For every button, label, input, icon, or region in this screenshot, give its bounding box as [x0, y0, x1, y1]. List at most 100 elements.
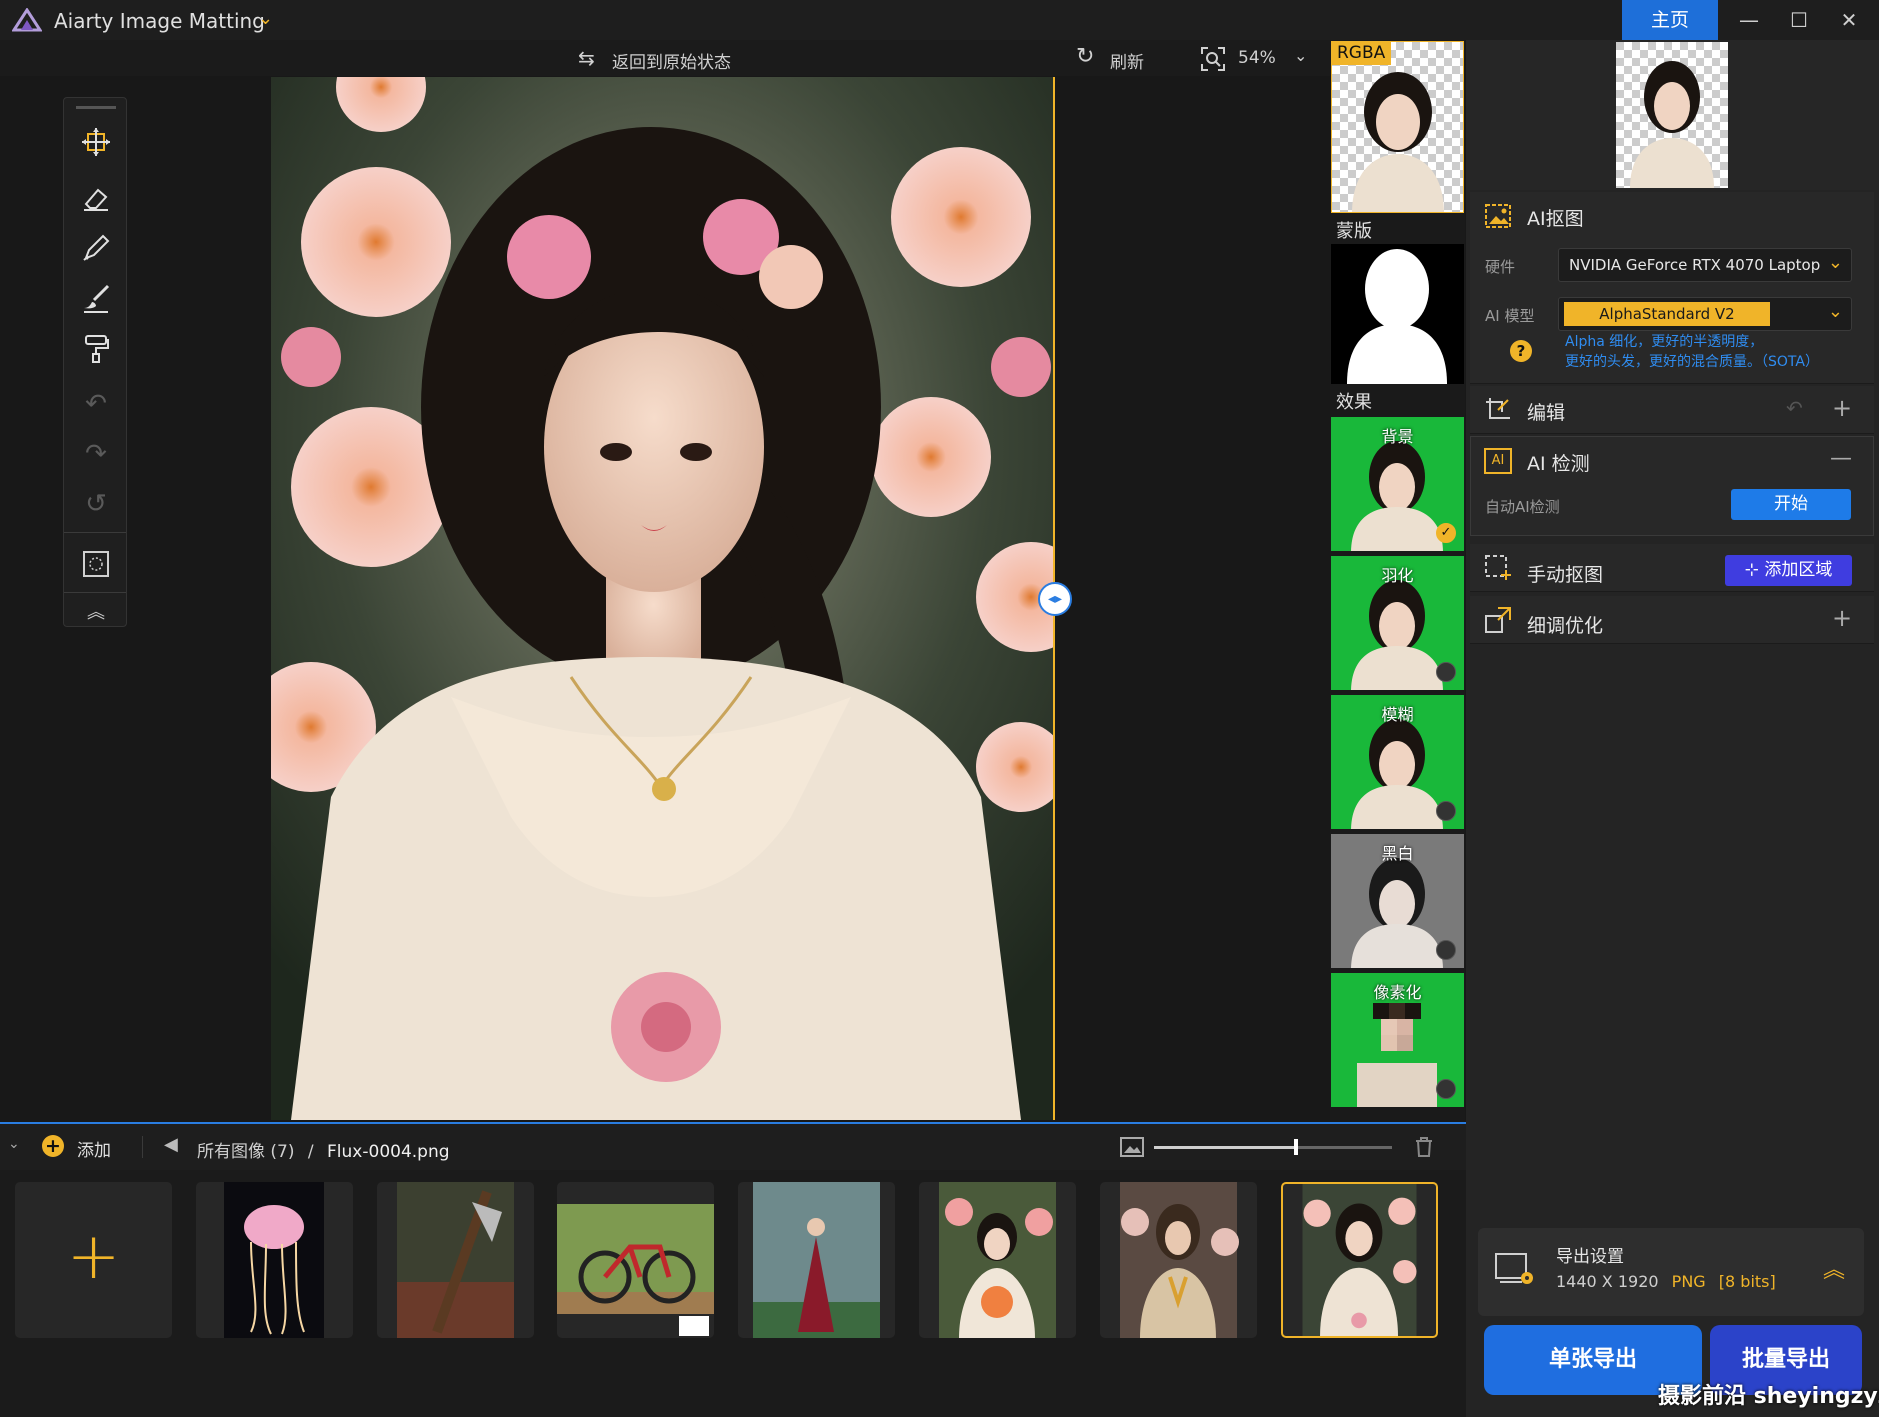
radio-icon: [1436, 662, 1456, 682]
edit-crop-icon: [1486, 398, 1510, 419]
minimize-icon[interactable]: —: [1724, 4, 1774, 36]
compare-slider-handle[interactable]: ◂▸: [1038, 582, 1072, 616]
girl-flowers-image: [939, 1182, 1056, 1338]
watermark: 摄影前沿 sheyingzyz.com: [1658, 1384, 1879, 1409]
paint-roller-icon[interactable]: [76, 328, 116, 368]
effect-blur[interactable]: 模糊: [1331, 695, 1464, 831]
collapse-up-icon[interactable]: ︽: [76, 594, 116, 628]
export-settings-icon: [1495, 1253, 1533, 1284]
add-image-tile[interactable]: +: [15, 1182, 172, 1338]
rgba-preview[interactable]: [1331, 41, 1464, 213]
rgba-label: RGBA: [1331, 41, 1392, 65]
start-button[interactable]: 开始: [1731, 489, 1851, 520]
effect-bw[interactable]: 黑白: [1331, 834, 1464, 970]
thumbnail-forest-woman[interactable]: [738, 1182, 895, 1338]
portrait-image: [271, 77, 1054, 1120]
slider-fill: [1154, 1146, 1296, 1149]
expand-plus-icon[interactable]: +: [1832, 394, 1852, 422]
model-desc-line1: Alpha 细化，更好的半透明度，: [1565, 334, 1764, 350]
radio-icon: [1436, 940, 1456, 960]
chevron-down-icon: ⌄: [1827, 252, 1843, 273]
model-desc-line2: 更好的头发，更好的混合质量。（SOTA）: [1565, 354, 1819, 370]
breadcrumb-separator: /: [307, 1142, 314, 1162]
export-size: 1440 X 1920: [1556, 1272, 1659, 1291]
chevron-down-icon[interactable]: ⌄: [258, 8, 273, 29]
model-label: AI 模型: [1485, 307, 1535, 325]
result-preview: [1616, 42, 1728, 188]
radio-icon: [1436, 1079, 1456, 1099]
thumbnail-current[interactable]: [1281, 1182, 1438, 1338]
effect-background[interactable]: 背景 ✓: [1331, 417, 1464, 553]
app-logo-icon: [12, 8, 42, 32]
expand-up-icon[interactable]: ︽: [1823, 1252, 1845, 1284]
collapse-minus-icon[interactable]: —: [1830, 446, 1852, 471]
undo-icon[interactable]: ↶: [1786, 396, 1803, 420]
collapse-down-icon[interactable]: ⌄: [8, 1136, 20, 1152]
refine-title: 细调优化: [1527, 615, 1604, 637]
divider: [64, 532, 126, 533]
image-size-icon: [1120, 1137, 1144, 1157]
breadcrumb-all-images[interactable]: 所有图像 (7): [197, 1142, 294, 1162]
eraser-icon[interactable]: [76, 178, 116, 218]
thumbnail-girl-flowers[interactable]: [919, 1182, 1076, 1338]
add-region-plus-icon: ⊹: [1744, 560, 1765, 580]
mask-preview[interactable]: [1331, 244, 1464, 384]
breadcrumb: 所有图像 (7) / Flux-0004.png: [197, 1137, 450, 1162]
app-title: Aiarty Image Matting: [54, 9, 265, 33]
effect-label: 羽化: [1381, 566, 1414, 585]
thumbnail-bicycle[interactable]: [557, 1182, 714, 1338]
move-tool-icon[interactable]: [76, 122, 116, 162]
redo-icon[interactable]: ↷: [76, 434, 116, 474]
effect-pixelate[interactable]: 像素化: [1331, 973, 1464, 1109]
divider: [142, 1136, 143, 1158]
revert-button[interactable]: 返回到原始状态: [612, 48, 731, 73]
hardware-label: 硬件: [1485, 258, 1516, 276]
model-select[interactable]: AlphaStandard V2 ⌄: [1558, 297, 1852, 331]
add-region-button[interactable]: ⊹ 添加区域: [1725, 555, 1852, 586]
hardware-select[interactable]: NVIDIA GeForce RTX 4070 Laptop ( ⌄: [1558, 248, 1852, 282]
thumbnail-woman-gold[interactable]: [1100, 1182, 1257, 1338]
divider: [64, 592, 126, 593]
current-image: [1302, 1184, 1417, 1336]
refresh-button[interactable]: 刷新: [1110, 48, 1144, 73]
effect-label: 像素化: [1373, 983, 1422, 1002]
title-bar: [0, 0, 1879, 40]
home-button[interactable]: 主页: [1622, 0, 1718, 40]
manual-cutout-title: 手动抠图: [1527, 564, 1604, 586]
selected-check-icon: ✓: [1436, 523, 1456, 543]
chevron-down-icon: ⌄: [1827, 301, 1843, 322]
trash-icon[interactable]: [1414, 1136, 1434, 1158]
add-button[interactable]: 添加: [77, 1136, 111, 1161]
add-region-label: 添加区域: [1764, 560, 1833, 580]
result-thumbnail: [1616, 42, 1728, 188]
refine-icon: [1485, 607, 1511, 633]
palette-grip[interactable]: [76, 106, 116, 109]
image-canvas[interactable]: [271, 77, 1054, 1120]
thumbnail-jellyfish[interactable]: [196, 1182, 353, 1338]
add-icon[interactable]: +: [42, 1135, 64, 1157]
close-icon[interactable]: ✕: [1824, 4, 1874, 36]
radio-icon: [1436, 801, 1456, 821]
brush-pen-icon[interactable]: [76, 228, 116, 268]
thumbnail-axe[interactable]: [377, 1182, 534, 1338]
help-icon[interactable]: ?: [1510, 340, 1532, 362]
paint-brush-icon[interactable]: [76, 278, 116, 318]
reset-icon[interactable]: ↺: [76, 484, 116, 524]
zoom-value[interactable]: 54%: [1238, 48, 1276, 68]
undo-icon[interactable]: ↶: [76, 384, 116, 424]
zoom-icon[interactable]: [1200, 46, 1226, 72]
hardware-value: NVIDIA GeForce RTX 4070 Laptop (: [1569, 256, 1825, 274]
refresh-icon[interactable]: ↻: [1076, 44, 1094, 69]
selection-icon[interactable]: [76, 544, 116, 584]
revert-icon[interactable]: ⇆: [578, 46, 595, 70]
effect-feather[interactable]: 羽化: [1331, 556, 1464, 692]
back-arrow-icon[interactable]: ◀: [164, 1134, 178, 1155]
app-window: Aiarty Image Matting ⌄ 主页 — ☐ ✕ ⇆ 返回到原始状…: [0, 0, 1879, 1417]
maximize-icon[interactable]: ☐: [1774, 4, 1824, 36]
zoom-dropdown-icon[interactable]: ⌄: [1294, 46, 1307, 65]
export-title: 导出设置: [1556, 1247, 1624, 1267]
forest-woman-image: [753, 1182, 880, 1338]
expand-plus-icon[interactable]: +: [1832, 604, 1852, 632]
slider-thumb[interactable]: [1294, 1139, 1298, 1155]
woman-gold-image: [1120, 1182, 1239, 1338]
